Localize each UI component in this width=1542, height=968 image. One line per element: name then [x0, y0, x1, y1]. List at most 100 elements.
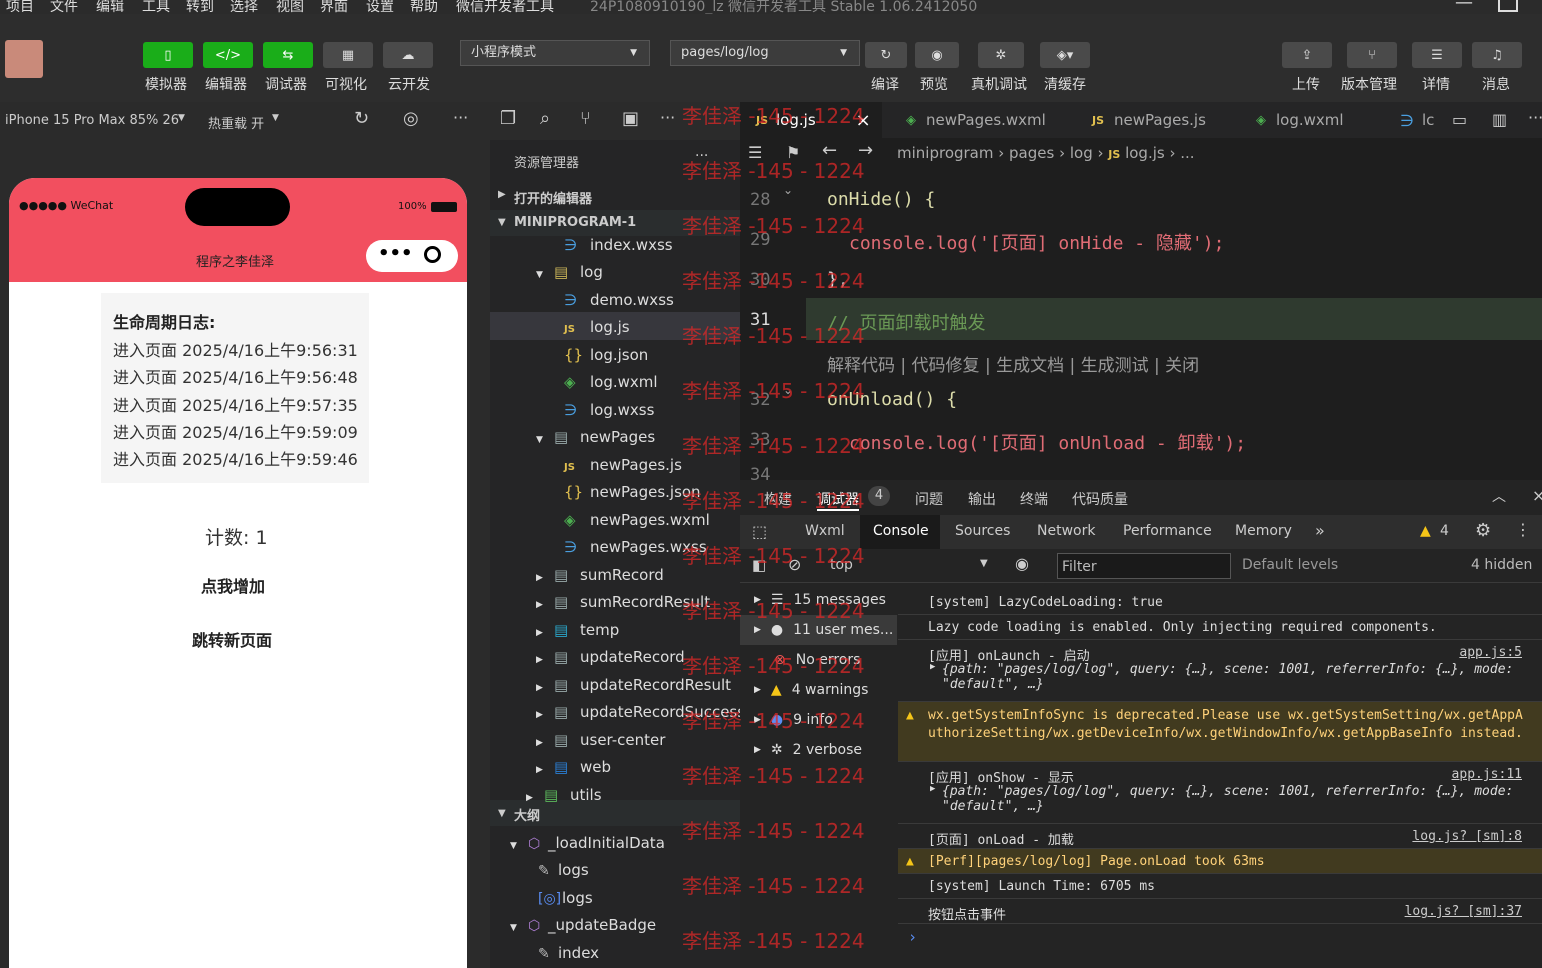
- menu-project[interactable]: 项目: [6, 0, 34, 14]
- chevron-right-icon[interactable]: ▶: [536, 628, 554, 638]
- tree-item[interactable]: ▶ ▤ updateRecord: [536, 648, 685, 666]
- editor-icon[interactable]: </>: [203, 42, 253, 68]
- close-icon[interactable]: ×: [1532, 486, 1542, 505]
- search-icon[interactable]: ⌕: [540, 108, 550, 129]
- tab-problems[interactable]: 问题: [915, 489, 943, 509]
- outline-item[interactable]: ✎ logs: [538, 861, 589, 879]
- comment-icon[interactable]: ▭: [1452, 110, 1467, 129]
- warning-count[interactable]: 4: [1440, 523, 1449, 539]
- sidebar-warnings[interactable]: ▶ ▲ 4 warnings: [740, 675, 897, 705]
- object-preview[interactable]: {path: "pages/log/log", query: {…}, scen…: [942, 784, 1527, 814]
- open-editors-section[interactable]: 打开的编辑器: [514, 188, 592, 207]
- menu-interface[interactable]: 界面: [320, 0, 348, 14]
- mode-select[interactable]: 小程序模式 ▼: [460, 40, 650, 66]
- eye-icon[interactable]: ◉: [1015, 554, 1029, 573]
- chevron-right-icon[interactable]: ▶: [536, 738, 554, 748]
- tab-code-quality[interactable]: 代码质量: [1072, 489, 1128, 509]
- real-debug-icon[interactable]: ✲: [978, 42, 1024, 68]
- tree-item[interactable]: ▼ ▤ newPages: [536, 428, 655, 446]
- clear-cache-icon[interactable]: ◈▾: [1040, 42, 1090, 68]
- visual-icon[interactable]: ▦: [323, 42, 373, 68]
- tab-log-wxml[interactable]: ◈ log.wxml: [1240, 102, 1390, 138]
- breadcrumb-item[interactable]: miniprogram: [897, 144, 993, 162]
- chevron-right-icon[interactable]: ▶: [930, 784, 935, 794]
- tab-network[interactable]: Network: [1037, 523, 1095, 539]
- more-icon[interactable]: ···: [660, 108, 675, 127]
- chevron-right-icon[interactable]: ▶: [930, 662, 935, 672]
- breadcrumb-item[interactable]: log: [1070, 144, 1093, 162]
- outline-item[interactable]: ▼ ⬡ _loadInitialData: [510, 834, 665, 852]
- chevron-up-icon[interactable]: ︿: [1492, 486, 1506, 506]
- chevron-down-icon[interactable]: ▼: [536, 435, 554, 445]
- menu-wechat-devtools[interactable]: 微信开发者工具: [456, 0, 554, 14]
- tree-item[interactable]: ▶ ▤ temp: [536, 621, 619, 639]
- navigate-button[interactable]: 跳转新页面: [192, 627, 272, 651]
- tree-item[interactable]: ▶ ▤ user-center: [536, 731, 665, 749]
- avatar[interactable]: [5, 40, 43, 78]
- upload-icon[interactable]: ⇪: [1282, 42, 1332, 68]
- simulator-icon[interactable]: ▯: [143, 42, 193, 68]
- git-icon[interactable]: ⑂: [580, 108, 591, 129]
- inspect-icon[interactable]: ⬚: [752, 522, 767, 541]
- tree-item[interactable]: ▼ ▤ log: [536, 263, 603, 281]
- tree-item[interactable]: ▶ ▤ sumRecord: [536, 566, 664, 584]
- capsule-menu[interactable]: •••: [366, 240, 458, 272]
- object-preview[interactable]: {path: "pages/log/log", query: {…}, scen…: [942, 662, 1527, 692]
- stop-icon[interactable]: ◎: [403, 108, 419, 129]
- chevron-right-icon[interactable]: ▶: [536, 710, 554, 720]
- add-button[interactable]: 点我增加: [201, 573, 265, 597]
- chevron-right-icon[interactable]: ▶: [536, 765, 554, 775]
- tree-item[interactable]: ∋ demo.wxss: [546, 291, 674, 309]
- menu-edit[interactable]: 编辑: [96, 0, 124, 14]
- details-icon[interactable]: ☰: [1412, 42, 1462, 68]
- cloud-icon[interactable]: ☁: [383, 42, 433, 68]
- hot-reload-toggle[interactable]: 热重载 开: [208, 113, 264, 132]
- preview-icon[interactable]: ◉: [915, 42, 959, 68]
- more-icon[interactable]: ···: [453, 108, 468, 127]
- minimize-icon[interactable]: —: [1455, 0, 1473, 13]
- compile-icon[interactable]: ↻: [865, 42, 907, 68]
- tab-console[interactable]: Console: [860, 515, 940, 549]
- kebab-icon[interactable]: ⋮: [1515, 520, 1531, 539]
- tree-item[interactable]: ◈ log.wxml: [546, 373, 658, 391]
- tab-terminal[interactable]: 终端: [1020, 489, 1048, 509]
- codelens-actions[interactable]: 解释代码 | 代码修复 | 生成文档 | 生成测试 | 关闭: [827, 351, 1199, 376]
- console-prompt-icon[interactable]: ›: [908, 928, 917, 946]
- chevron-right-icon[interactable]: ▶: [498, 189, 506, 200]
- compile-mode-select[interactable]: pages/log/log ▼: [670, 40, 860, 66]
- more-tabs-icon[interactable]: »: [1315, 521, 1325, 540]
- source-link[interactable]: app.js:5: [1459, 645, 1522, 660]
- refresh-icon[interactable]: ↻: [354, 108, 369, 129]
- tab-newpages-js[interactable]: JS newPages.js: [1080, 102, 1240, 138]
- source-link[interactable]: log.js? [sm]:37: [1405, 904, 1522, 919]
- chevron-right-icon[interactable]: ▶: [536, 573, 554, 583]
- tree-item[interactable]: ▶ ▤ web: [536, 758, 611, 776]
- chevron-down-icon[interactable]: ▼: [510, 841, 528, 851]
- tree-item[interactable]: ▶ ▤ utils: [526, 786, 602, 804]
- split-editor-icon[interactable]: ▥: [1492, 110, 1507, 129]
- bell-icon[interactable]: ♫: [1472, 42, 1522, 68]
- chevron-right-icon[interactable]: ▶: [536, 683, 554, 693]
- chevron-right-icon[interactable]: ▶: [536, 655, 554, 665]
- tab-wxml[interactable]: Wxml: [805, 523, 845, 539]
- maximize-icon[interactable]: [1498, 0, 1518, 12]
- more-icon[interactable]: ···: [1528, 108, 1542, 127]
- tree-item[interactable]: {} newPages.json: [546, 483, 701, 501]
- close-capsule-icon[interactable]: [424, 246, 441, 263]
- menu-help[interactable]: 帮助: [410, 0, 438, 14]
- tab-performance[interactable]: Performance: [1123, 523, 1212, 539]
- chevron-down-icon[interactable]: ▼: [510, 923, 528, 933]
- tab-memory[interactable]: Memory: [1235, 523, 1292, 539]
- outline-item[interactable]: ✎ index: [538, 944, 599, 962]
- files-icon[interactable]: ❐: [500, 108, 516, 129]
- tree-item[interactable]: JS newPages.js: [546, 456, 682, 474]
- breadcrumb-item[interactable]: log.js: [1125, 144, 1165, 162]
- tree-item[interactable]: ∋ log.wxss: [546, 401, 654, 419]
- more-dots-icon[interactable]: •••: [378, 243, 413, 264]
- chevron-right-icon[interactable]: ▶: [536, 600, 554, 610]
- tab-output[interactable]: 输出: [968, 489, 996, 509]
- tree-item[interactable]: {} log.json: [546, 346, 648, 364]
- tree-item[interactable]: JS log.js: [546, 318, 630, 336]
- breadcrumb-item[interactable]: ...: [1180, 144, 1194, 162]
- filter-input[interactable]: Filter: [1057, 553, 1231, 579]
